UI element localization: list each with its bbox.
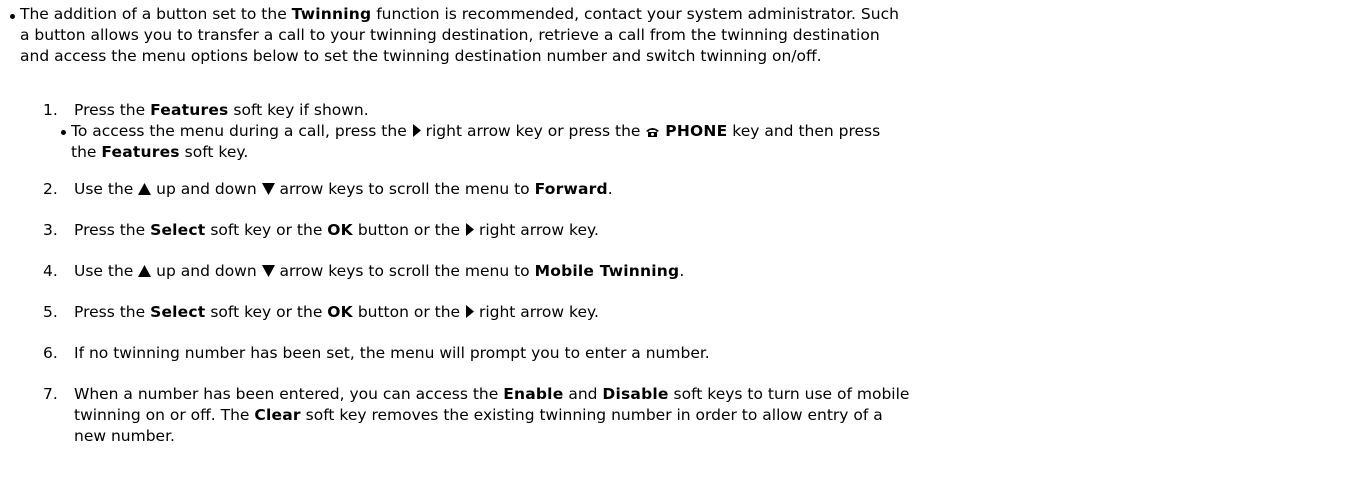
step-6: 6. If no twinning number has been set, th… bbox=[43, 344, 710, 362]
bullet-dot bbox=[10, 14, 15, 19]
step-2: 2. Use the up and down arrow keys to scro… bbox=[43, 180, 613, 198]
sub-line-2: the Features soft key. bbox=[71, 143, 249, 161]
intro-line-1: The addition of a button set to the Twin… bbox=[20, 5, 899, 23]
step-number: 7. bbox=[43, 385, 58, 403]
step-number: 6. bbox=[43, 344, 58, 362]
help-document: The addition of a button set to the Twin… bbox=[0, 0, 1346, 500]
step-1-sub-bullet: To access the menu during a call, press … bbox=[61, 121, 1321, 163]
phone-key-icon bbox=[645, 126, 660, 137]
up-arrow-key-icon bbox=[138, 265, 152, 277]
twinning-label: Twinning bbox=[291, 5, 372, 23]
intro-line-3: and access the menu options below to set… bbox=[20, 47, 822, 65]
right-arrow-key-icon bbox=[412, 124, 421, 137]
step-4: 4. Use the up and down arrow keys to scro… bbox=[43, 262, 685, 280]
step-number: 5. bbox=[43, 303, 58, 321]
step-7-line-1: 7. When a number has been entered, you ca… bbox=[43, 385, 910, 403]
step-7-line-2: twinning on or off. The Clear soft key r… bbox=[74, 406, 883, 424]
down-arrow-key-icon bbox=[261, 183, 275, 195]
down-arrow-key-icon bbox=[261, 265, 275, 277]
up-arrow-key-icon bbox=[138, 183, 152, 195]
step-number: 3. bbox=[43, 221, 58, 239]
sub-line-1: To access the menu during a call, press … bbox=[71, 122, 881, 140]
right-arrow-key-icon bbox=[465, 223, 475, 236]
step-5: 5. Press the Select soft key or the OK bu… bbox=[43, 303, 599, 321]
step-7-line-3: new number. bbox=[74, 427, 175, 445]
step-1: 1. Press the Features soft key if shown. bbox=[43, 101, 369, 119]
step-number: 2. bbox=[43, 180, 58, 198]
step-7: 7. When a number has been entered, you ca… bbox=[43, 384, 1323, 447]
bullet-dot bbox=[61, 130, 66, 135]
step-3: 3. Press the Select soft key or the OK bu… bbox=[43, 221, 599, 239]
right-arrow-key-icon bbox=[465, 305, 475, 318]
intro-bullet: The addition of a button set to the Twin… bbox=[10, 4, 1320, 67]
step-number: 1. bbox=[43, 101, 58, 119]
intro-line-2: a button allows you to transfer a call t… bbox=[20, 26, 880, 44]
step-number: 4. bbox=[43, 262, 58, 280]
